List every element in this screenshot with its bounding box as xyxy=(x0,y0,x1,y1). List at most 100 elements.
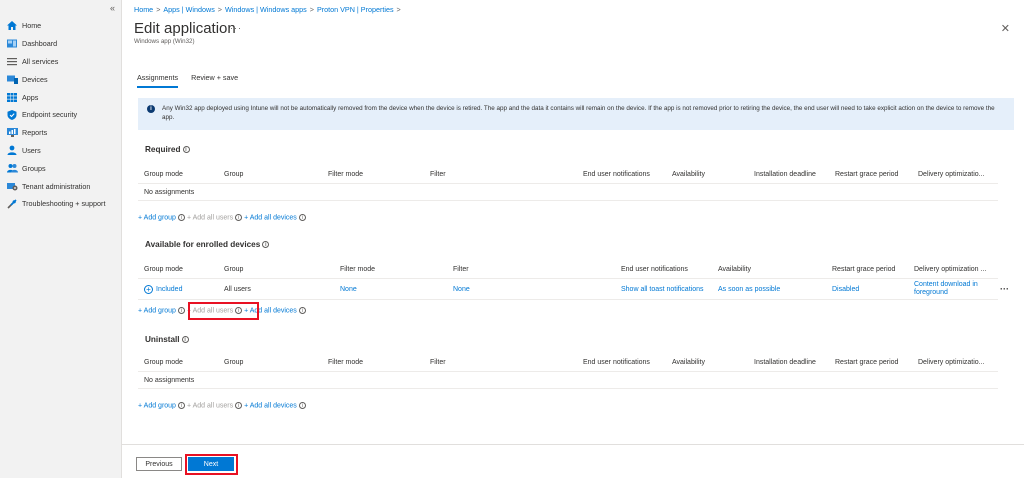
info-icon[interactable]: i xyxy=(177,214,185,221)
tab-review-save[interactable]: Review + save xyxy=(191,73,238,88)
sidebar-item-label: Home xyxy=(22,21,42,31)
add-group-link[interactable]: + Add group xyxy=(138,307,176,314)
home-icon xyxy=(6,21,18,31)
sidebar-item-groups[interactable]: Groups xyxy=(0,159,122,177)
column-header[interactable]: Filter mode xyxy=(328,354,363,371)
column-header[interactable]: Group mode xyxy=(144,166,183,183)
row-more-icon[interactable]: ··· xyxy=(1000,279,1009,299)
notifications-link[interactable]: Show all toast notifications xyxy=(621,279,704,299)
info-icon: i xyxy=(147,105,155,113)
sidebar-item-dashboard[interactable]: Dashboard xyxy=(0,35,122,53)
group-mode-label: Included xyxy=(156,285,183,293)
column-header[interactable]: Filter xyxy=(430,166,446,183)
endpoint-security-icon xyxy=(6,109,18,120)
availability-link[interactable]: As soon as possible xyxy=(718,279,780,299)
add-all-users-link: + Add all users xyxy=(186,214,234,222)
sidebar-item-home[interactable]: Home xyxy=(0,17,122,35)
sidebar-item-devices[interactable]: Devices xyxy=(0,70,122,88)
column-header[interactable]: Availability xyxy=(718,261,751,278)
sidebar-item-all-services[interactable]: All services xyxy=(0,53,122,71)
delivery-optimization-link[interactable]: Content download in foreground xyxy=(914,279,978,299)
add-group-link[interactable]: + Add group xyxy=(138,214,176,221)
left-nav-sidebar: « Home Dashboard All services Devices Ap… xyxy=(0,0,122,478)
breadcrumb-separator-icon: > xyxy=(217,5,222,14)
no-assignments-text: No assignments xyxy=(144,188,195,196)
more-options-icon[interactable]: ··· xyxy=(230,23,242,33)
sidebar-item-label: Troubleshooting + support xyxy=(22,199,106,209)
column-header[interactable]: Group xyxy=(224,166,243,183)
column-header[interactable]: Restart grace period xyxy=(832,261,895,278)
sidebar-item-apps[interactable]: Apps xyxy=(0,88,122,106)
breadcrumb-proton-vpn-properties[interactable]: Proton VPN | Properties xyxy=(317,5,394,14)
breadcrumb-windows-apps[interactable]: Windows | Windows apps xyxy=(225,5,307,14)
page-subtitle: Windows app (Win32) xyxy=(134,38,195,45)
breadcrumb-apps-windows[interactable]: Apps | Windows xyxy=(163,5,214,14)
required-section-title: Required i xyxy=(145,145,192,154)
close-icon[interactable]: ✕ xyxy=(1001,22,1010,35)
column-header[interactable]: Availability xyxy=(672,166,705,183)
tab-bar: Assignments Review + save xyxy=(137,73,251,88)
info-icon[interactable]: i xyxy=(235,402,243,409)
uninstall-table-header: Group mode Group Filter mode Filter End … xyxy=(138,354,998,372)
column-header[interactable]: Group xyxy=(224,261,243,278)
column-header[interactable]: Group mode xyxy=(144,354,183,371)
column-header[interactable]: End user notifications xyxy=(621,261,688,278)
sidebar-item-troubleshooting-support[interactable]: Troubleshooting + support xyxy=(0,195,122,213)
delivery-line-1: Content download in xyxy=(914,281,978,288)
add-group-link[interactable]: + Add group xyxy=(138,402,176,409)
available-table-header: Group mode Group Filter mode Filter End … xyxy=(138,261,998,279)
info-icon[interactable]: i xyxy=(298,214,306,221)
reports-icon xyxy=(6,128,18,138)
column-header[interactable]: End user notifications xyxy=(583,166,650,183)
group-mode-included[interactable]: + Included xyxy=(144,279,182,299)
sidebar-item-label: Devices xyxy=(22,74,48,84)
required-add-links: + Add group i + Add all users i + Add all de… xyxy=(138,214,308,221)
available-info-icon[interactable]: i xyxy=(262,241,270,249)
info-icon[interactable]: i xyxy=(298,402,306,409)
filter-mode-link[interactable]: None xyxy=(340,279,357,299)
tab-assignments[interactable]: Assignments xyxy=(137,73,179,88)
uninstall-info-icon[interactable]: i xyxy=(181,336,189,344)
column-header[interactable]: Filter mode xyxy=(340,261,375,278)
collapse-sidebar-icon[interactable]: « xyxy=(110,3,115,13)
column-header[interactable]: Delivery optimizatio... xyxy=(918,354,985,371)
column-header[interactable]: End user notifications xyxy=(583,354,650,371)
info-icon[interactable]: i xyxy=(235,214,243,221)
add-all-devices-link[interactable]: + Add all devices xyxy=(244,402,297,409)
sidebar-item-label: Users xyxy=(22,145,41,155)
column-header[interactable]: Filter mode xyxy=(328,166,363,183)
info-icon[interactable]: i xyxy=(177,402,185,409)
info-icon[interactable]: i xyxy=(298,307,306,314)
add-circle-icon: + xyxy=(144,284,153,294)
sidebar-item-label: All services xyxy=(22,56,59,66)
breadcrumb: Home > Apps | Windows > Windows | Windows ap… xyxy=(134,5,404,14)
table-row[interactable]: + Included All users None None Show all t… xyxy=(138,279,1009,300)
column-header[interactable]: Filter xyxy=(430,354,446,371)
column-header[interactable]: Delivery optimization ... xyxy=(914,261,986,278)
filter-link[interactable]: None xyxy=(453,279,470,299)
sidebar-item-endpoint-security[interactable]: Endpoint security xyxy=(0,106,122,124)
column-header[interactable]: Installation deadline xyxy=(754,166,816,183)
column-header[interactable]: Restart grace period xyxy=(835,166,898,183)
required-title-text: Required xyxy=(145,145,181,154)
restart-grace-link[interactable]: Disabled xyxy=(832,279,859,299)
main-content: Home > Apps | Windows > Windows | Windows ap… xyxy=(122,0,1024,478)
column-header[interactable]: Delivery optimizatio... xyxy=(918,166,985,183)
tenant-admin-icon xyxy=(6,181,18,191)
info-icon[interactable]: i xyxy=(177,307,185,314)
previous-button[interactable]: Previous xyxy=(136,457,182,471)
sidebar-item-label: Tenant administration xyxy=(22,181,91,191)
sidebar-item-reports[interactable]: Reports xyxy=(0,124,122,142)
column-header[interactable]: Installation deadline xyxy=(754,354,816,371)
breadcrumb-home[interactable]: Home xyxy=(134,5,153,14)
column-header[interactable]: Filter xyxy=(453,261,469,278)
sidebar-item-tenant-administration[interactable]: Tenant administration xyxy=(0,177,122,195)
sidebar-item-users[interactable]: Users xyxy=(0,142,122,160)
column-header[interactable]: Availability xyxy=(672,354,705,371)
add-all-devices-link[interactable]: + Add all devices xyxy=(244,214,297,221)
column-header[interactable]: Group mode xyxy=(144,261,183,278)
column-header[interactable]: Restart grace period xyxy=(835,354,898,371)
troubleshooting-icon xyxy=(6,199,18,209)
required-info-icon[interactable]: i xyxy=(182,146,190,154)
column-header[interactable]: Group xyxy=(224,354,243,371)
